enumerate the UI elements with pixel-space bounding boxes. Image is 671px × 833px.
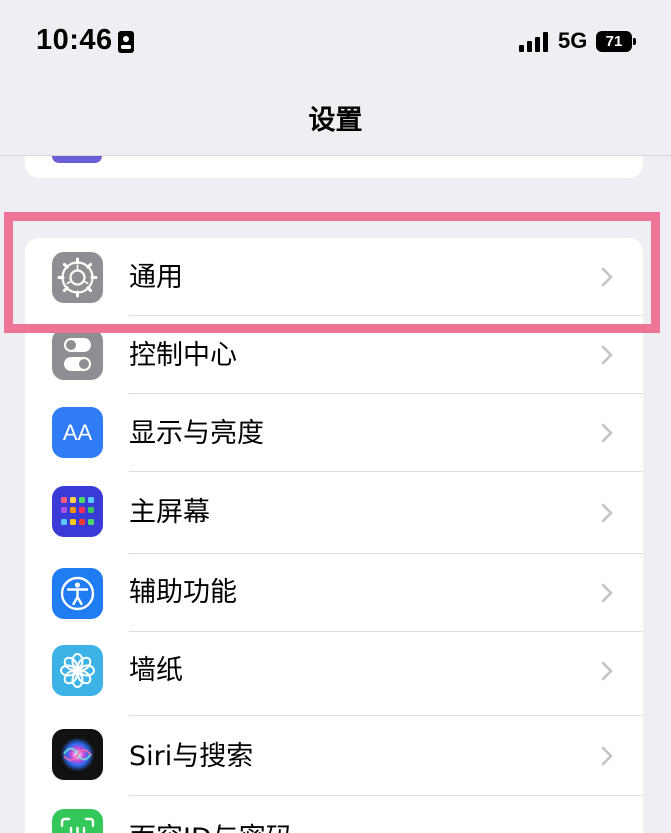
settings-row-display-brightness[interactable]: AA 显示与亮度 [25,394,643,472]
chevron-right-icon [601,345,613,365]
signal-icon [519,32,548,52]
page-title: 设置 [308,105,363,136]
settings-row-face-id-passcode[interactable]: 面容ID与密码 [25,796,643,833]
toggle-icon [52,329,103,380]
battery-level: 71 [596,31,632,52]
settings-row-label: 辅助功能 [129,577,237,608]
settings-row-accessibility[interactable]: 辅助功能 [25,554,643,632]
gear-icon [52,252,103,303]
battery-icon: 71 [596,31,636,52]
settings-row-general[interactable]: 通用 [25,238,643,316]
screen-time-icon [52,156,102,163]
settings-group: 通用 控制中心 AA 显示与亮度 主屏幕 辅助功能 墙纸 Siri与搜索 [25,238,643,833]
aa-icon-text: AA [63,420,93,445]
battery-tip [633,38,636,45]
settings-row-label: 墙纸 [129,655,183,686]
status-time: 10:46 [36,24,113,56]
settings-row-label: 主屏幕 [129,497,210,528]
settings-row-wallpaper[interactable]: 墙纸 [25,632,643,716]
chevron-right-icon [601,503,613,523]
settings-row-home-screen[interactable]: 主屏幕 [25,472,643,554]
aa-icon: AA [52,407,103,458]
home-screen-icon [52,486,103,537]
flower-icon [52,645,103,696]
settings-row-label: 通用 [129,262,183,293]
status-bar: 10:46 5G 71 [0,0,671,80]
settings-row-label: Siri与搜索 [129,741,254,772]
chevron-right-icon [601,746,613,766]
siri-icon [52,729,103,780]
network-type: 5G [558,28,588,53]
face-id-icon [52,809,103,833]
chevron-right-icon [601,267,613,287]
settings-row-siri-search[interactable]: Siri与搜索 [25,716,643,796]
accessibility-icon [52,568,103,619]
settings-row-label: 控制中心 [129,340,237,371]
chevron-right-icon [601,583,613,603]
settings-row-label: 面容ID与密码 [129,822,293,833]
settings-row-control-center[interactable]: 控制中心 [25,316,643,394]
chevron-right-icon [601,661,613,681]
id-card-icon [118,31,134,53]
chevron-right-icon [601,423,613,443]
settings-row-label: 显示与亮度 [129,418,264,449]
previous-settings-group [25,156,643,178]
